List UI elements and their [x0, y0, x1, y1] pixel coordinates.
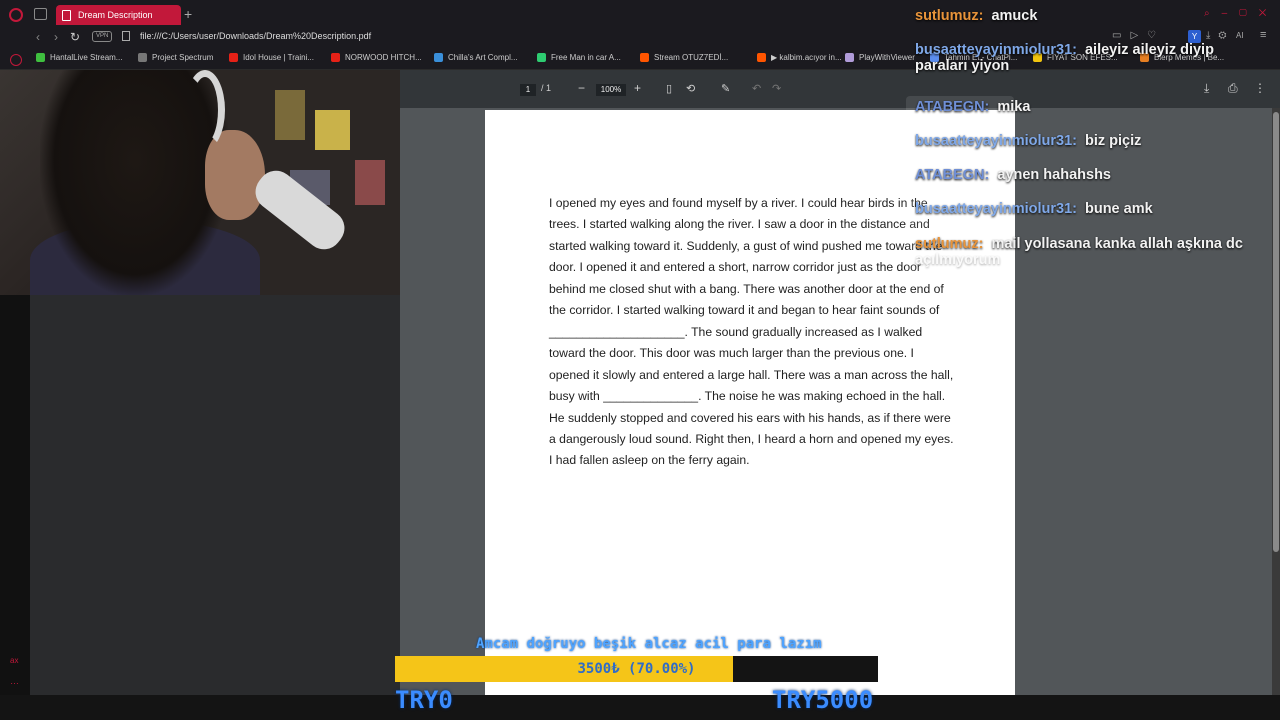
goal-progress-label: 3500₺ (70.00%) [577, 661, 696, 677]
bookmark-favicon-icon [757, 53, 766, 62]
new-tab-icon[interactable]: + [184, 6, 192, 22]
fit-page-icon[interactable]: ▯ [666, 82, 672, 95]
chat-message: busaatteyayinmiolur31: biz piçiz [915, 133, 1141, 149]
bookmark-favicon-icon [229, 53, 238, 62]
chat-message: busaatteyayinmiolur31: aileyiz aileyiz di… [915, 42, 1214, 74]
undo-icon[interactable]: ↶ [752, 82, 761, 95]
rotate-icon[interactable]: ⟲ [686, 82, 695, 95]
chat-message: sutlumuz: mail yollasana kanka allah aşkı… [915, 236, 1243, 268]
opera-logo-icon[interactable] [9, 8, 23, 22]
bookmark-label: Project Spectrum [152, 53, 214, 62]
chat-username: sutlumuz: [915, 236, 984, 252]
bookmark-label: ▶ kalbim.acıyor in... [771, 53, 842, 62]
chat-username: busaatteyayinmiolur31: [915, 201, 1077, 217]
chat-message: busaatteyayinmiolur31: bune amk [915, 201, 1153, 217]
more-options-icon[interactable]: ⋮ [1254, 81, 1266, 95]
redo-icon[interactable]: ↷ [772, 82, 781, 95]
menu-icon[interactable]: ≡ [1260, 29, 1266, 41]
chat-username: busaatteyayinmiolur31: [915, 133, 1077, 149]
bookmark-favicon-icon [640, 53, 649, 62]
goal-max-label: TRY5000 [772, 686, 874, 714]
bookmark-label: Idol House | Traini... [243, 53, 314, 62]
chat-text: mail yollasana kanka allah aşkına dc [991, 236, 1243, 252]
chat-text: bune amk [1084, 201, 1153, 217]
back-icon[interactable]: ‹ [36, 30, 40, 44]
bookmark-item[interactable]: Stream OTUZ7EDİ... [640, 53, 728, 62]
chat-username: ATABEGN: [915, 167, 990, 183]
scrollbar-thumb[interactable] [1273, 112, 1279, 552]
bookmark-label: PlayWithViewer [859, 53, 915, 62]
bookmark-label: HantalLive Stream... [50, 53, 123, 62]
download-icon[interactable]: ⤓ [1204, 81, 1209, 96]
toolbar-icons[interactable]: ▭▷♡ [1112, 30, 1165, 41]
zoom-out-icon[interactable]: − [578, 81, 585, 95]
bookmark-favicon-icon [138, 53, 147, 62]
reload-icon[interactable]: ↻ [70, 30, 80, 44]
bookmark-item[interactable]: Idol House | Traini... [229, 53, 314, 62]
bookmark-item[interactable]: Free Man in car A... [537, 53, 621, 62]
print-icon[interactable]: ⎙ [1228, 81, 1238, 96]
page-info-icon[interactable] [122, 31, 130, 41]
tab-dream-description[interactable]: Dream Description [56, 5, 181, 25]
chat-message: ATABEGN: mika [915, 99, 1030, 115]
extension-icons[interactable]: ⤓⚙ [1206, 30, 1235, 41]
page-total: / 1 [541, 83, 552, 93]
chat-message: sutlumuz: amuck [915, 8, 1037, 24]
tab-title: Dream Description [78, 10, 153, 20]
document-icon [62, 9, 71, 21]
chat-text-continued: paraları yiyon [915, 58, 1010, 74]
window-controls[interactable]: ⌕–▢✕ [1204, 8, 1278, 19]
bookmark-favicon-icon [36, 53, 45, 62]
goal-title: Amcam doğruyo beşik alcaz acil para lazı… [476, 636, 822, 652]
document-body-text: I opened my eyes and found myself by a r… [549, 196, 954, 468]
chat-text: aynen hahahshs [997, 167, 1111, 183]
zoom-in-icon[interactable]: + [634, 81, 641, 95]
bookmark-item[interactable]: HantalLive Stream... [36, 53, 122, 62]
left-more-icon[interactable]: … [10, 676, 19, 686]
webcam-overlay [0, 70, 400, 295]
bookmark-item[interactable]: NORWOOD HITCH... [331, 53, 422, 62]
chat-text-continued: açılmıyorum [915, 252, 1001, 268]
chat-text: amuck [991, 8, 1038, 24]
zoom-level[interactable]: 100% [596, 84, 626, 96]
chat-text: mika [997, 99, 1031, 115]
vpn-badge[interactable]: VPN [92, 31, 113, 42]
goal-min-label: TRY0 [395, 686, 453, 714]
chat-username: busaatteyayinmiolur31: [915, 42, 1077, 58]
speed-dial-icon[interactable] [10, 54, 22, 66]
annotate-icon[interactable]: ✎ [721, 82, 730, 95]
tab-overview-icon[interactable] [34, 8, 47, 20]
bookmark-favicon-icon [845, 53, 854, 62]
bookmark-label: NORWOOD HITCH... [345, 53, 422, 62]
bottom-strip [0, 695, 1280, 720]
chat-username: sutlumuz: [915, 8, 984, 24]
page-number-input[interactable]: 1 [520, 84, 536, 96]
chat-username: ATABEGN: [915, 99, 990, 115]
chat-message: ATABEGN: aynen hahahshs [915, 167, 1111, 183]
ai-icon[interactable]: AI [1236, 31, 1244, 40]
left-status-icon: ax [10, 656, 19, 665]
bookmark-label: Free Man in car A... [551, 53, 621, 62]
stream-background [30, 295, 400, 695]
bookmark-item[interactable]: Chilla's Art Compl... [434, 53, 518, 62]
url-field[interactable]: file:///C:/Users/user/Downloads/Dream%20… [140, 31, 371, 41]
forward-icon[interactable]: › [54, 30, 58, 44]
bookmark-label: Stream OTUZ7EDİ... [654, 53, 729, 62]
bookmark-item[interactable]: Project Spectrum [138, 53, 213, 62]
chat-text: biz piçiz [1084, 133, 1142, 149]
chat-text: aileyiz aileyiz diyip [1084, 42, 1214, 58]
bookmark-label: Chilla's Art Compl... [448, 53, 518, 62]
bookmark-item[interactable]: PlayWithViewer [845, 53, 915, 62]
bookmark-favicon-icon [434, 53, 443, 62]
bookmark-favicon-icon [331, 53, 340, 62]
bookmark-favicon-icon [537, 53, 546, 62]
bookmark-item[interactable]: ▶ kalbim.acıyor in... [757, 53, 842, 62]
